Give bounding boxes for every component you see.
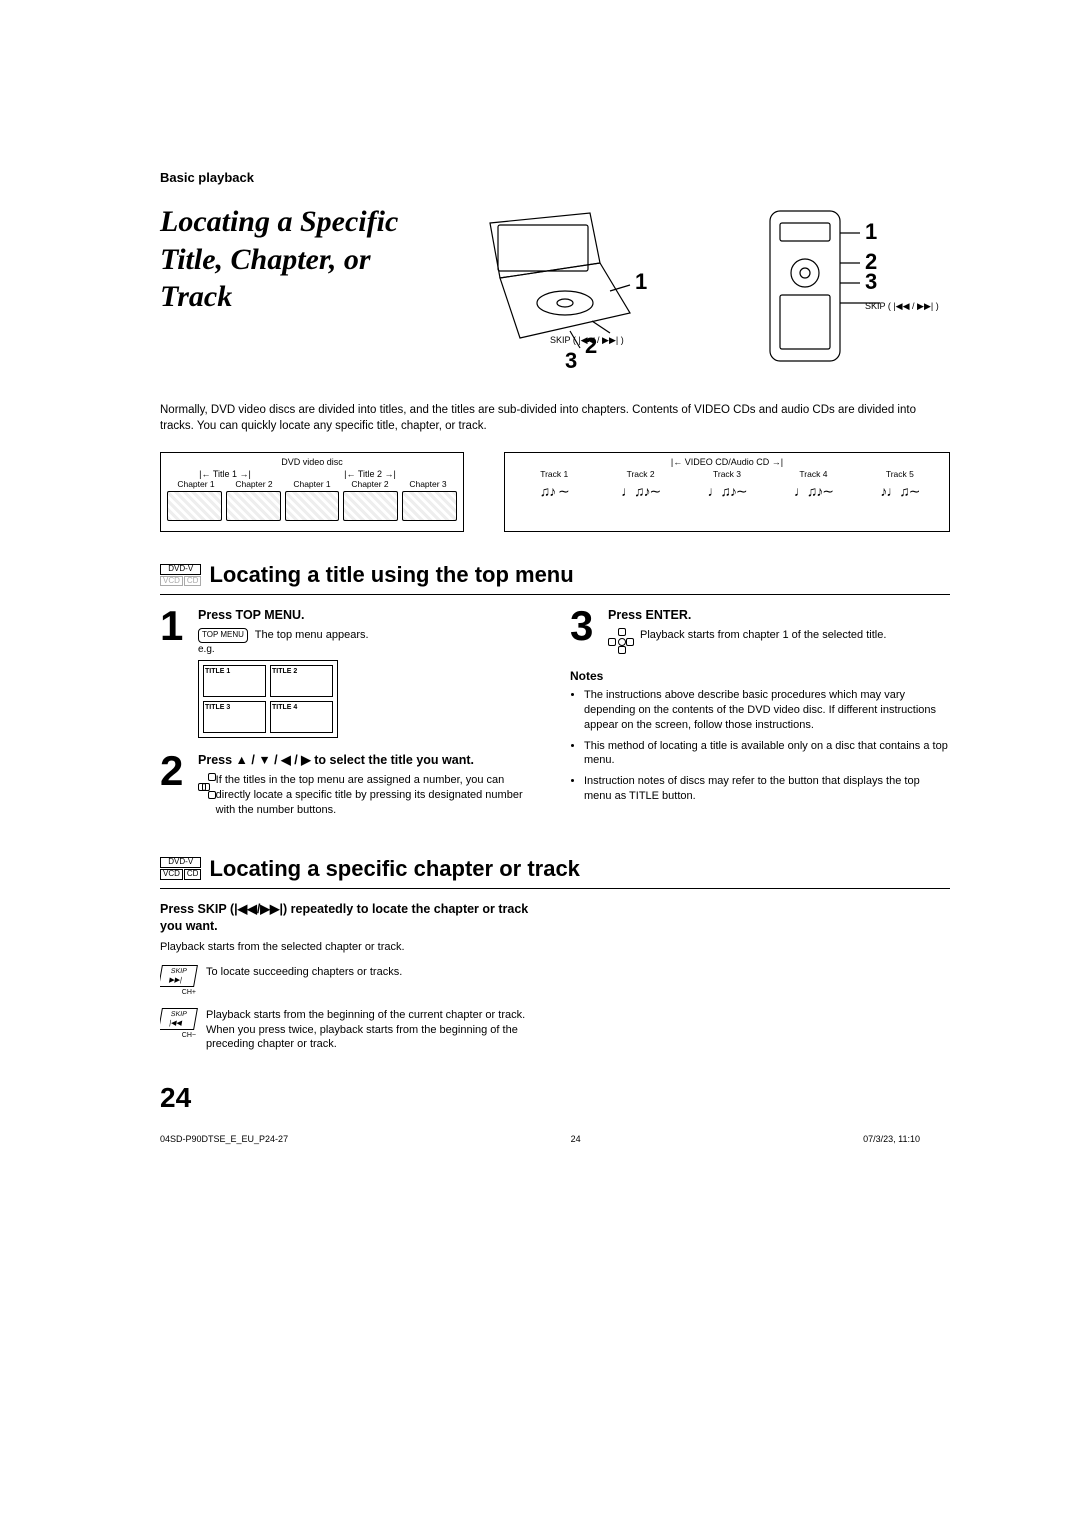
top-menu-illustration: TITLE 1 TITLE 2 TITLE 3 TITLE 4 [198,660,338,738]
dpad-icon [198,773,210,799]
page-title: Locating a Specific Title, Chapter, or T… [160,203,420,316]
hero: Locating a Specific Title, Chapter, or T… [160,203,950,373]
step-1: 1 Press TOP MENU. TOP MENU The top menu … [160,607,540,738]
dvd-structure-diagram: DVD video disc |← Title 1 →| |← Title 2 … [160,452,464,532]
notes-heading: Notes [570,668,950,684]
section2-step-title: Press SKIP (|◀◀/▶▶|) repeatedly to locat… [160,901,540,935]
notes-list: The instructions above describe basic pr… [570,688,950,804]
step-2: 2 Press ▲ / ▼ / ◀ / ▶ to select the titl… [160,752,540,817]
player-skip-label: SKIP ( |◀◀ / ▶▶| ) [550,335,624,345]
cd-structure-diagram: |← VIDEO CD/Audio CD →| Track 1 Track 2 … [504,452,950,532]
svg-text:3: 3 [565,348,577,373]
enter-dpad-icon [608,628,634,654]
page-number: 24 [160,1082,950,1114]
section1-heading: DVD-V VCD CD Locating a title using the … [160,562,950,588]
remote-illustration: 1 2 3 SKIP ( |◀◀ / ▶▶| ) [760,203,950,373]
section2-heading: DVD-V VCD CD Locating a specific chapter… [160,856,950,882]
footer: 04SD-P90DTSE_E_EU_P24-27 24 07/3/23, 11:… [160,1134,950,1144]
skip-forward-icon: SKIP▶▶| [160,965,198,987]
step-3: 3 Press ENTER. Playback starts from chap… [570,607,950,654]
svg-text:1: 1 [865,219,877,244]
breadcrumb: Basic playback [160,170,950,185]
svg-text:3: 3 [865,269,877,294]
top-menu-button-icon: TOP MENU [198,628,248,643]
svg-text:1: 1 [635,269,647,294]
remote-skip-label: SKIP ( |◀◀ / ▶▶| ) [865,301,939,311]
skip-back-icon: SKIP|◀◀ [160,1008,198,1030]
intro-text: Normally, DVD video discs are divided in… [160,403,950,434]
portable-player-illustration: 1 2 3 SKIP ( |◀◀ / ▶▶| ) [430,203,650,373]
